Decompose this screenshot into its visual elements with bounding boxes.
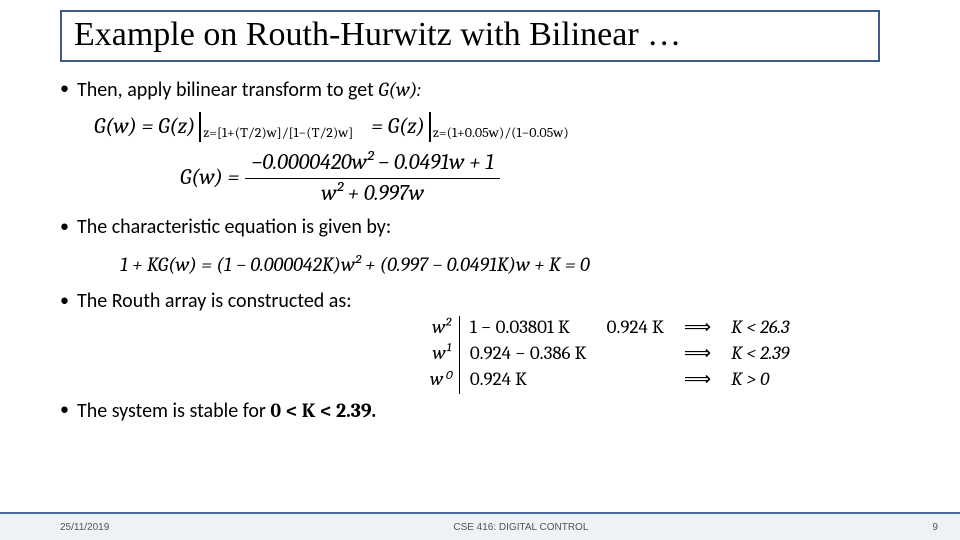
routh-r3c1: 0.924 K	[470, 368, 587, 394]
routh-divider	[459, 316, 460, 394]
equation-2: G(w) = −0.0000420w² − 0.0491w + 1 w² + 0…	[180, 148, 910, 208]
routh-col2: 0.924 K	[607, 316, 684, 394]
routh-result-col: K < 26.3 K < 2.39 K > 0	[731, 316, 809, 394]
eval-bar-2	[429, 112, 431, 142]
eval-bar-1	[199, 112, 201, 142]
bullet-4-math: 0 < K < 2.39.	[270, 399, 376, 422]
bullet-dot: •	[60, 397, 69, 422]
bullet-2-text: The characteristic equation is given by:	[77, 214, 391, 241]
eq2-lhs: G(w) =	[180, 163, 239, 193]
slide-title: Example on Routh-Hurwitz with Bilinear …	[74, 16, 681, 53]
bullet-1-text: Then, apply bilinear transform to get G(…	[77, 76, 421, 104]
bullet-1: • Then, apply bilinear transform to get …	[60, 76, 910, 104]
eq2-numerator: −0.0000420w² − 0.0491w + 1	[245, 148, 500, 178]
routh-r3c2	[607, 368, 664, 394]
routh-labels: w² w¹ w⁰	[430, 316, 459, 394]
routh-r2c1: 0.924 − 0.386 K	[470, 342, 587, 368]
bullet-2: • The characteristic equation is given b…	[60, 214, 910, 241]
equation-1: G(w) = G(z) z=[1+(T/2)w]/[1−(T/2)w] = G(…	[94, 112, 910, 142]
eq1-lhs: G(w) = G(z)	[94, 112, 195, 142]
eq1-sub1: z=[1+(T/2)w]/[1−(T/2)w]	[203, 124, 353, 143]
routh-implies-col: ⟹ ⟹ ⟹	[684, 316, 731, 394]
routh-row2-label: w¹	[430, 342, 451, 368]
footer: 25/11/2019 CSE 416: DIGITAL CONTROL 9	[0, 512, 960, 540]
equation-3: 1 + KG(w) = (1 − 0.000042K)w² + (0.997 −…	[120, 251, 910, 278]
bullet-1-prefix: Then, apply bilinear transform to get	[77, 78, 378, 102]
routh-res1: K < 26.3	[731, 316, 789, 342]
footer-course: CSE 416: DIGITAL CONTROL	[453, 522, 588, 533]
routh-col1: 1 − 0.03801 K 0.924 − 0.386 K 0.924 K	[470, 316, 607, 394]
bullet-dot: •	[60, 288, 69, 313]
routh-r1c1: 1 − 0.03801 K	[470, 316, 587, 342]
bullet-4-prefix: The system is stable for	[77, 399, 270, 423]
implies-1: ⟹	[684, 316, 711, 342]
eq2-denominator: w² + 0.997w	[315, 179, 430, 209]
bullet-dot: •	[60, 214, 69, 239]
bullet-4: • The system is stable for 0 < K < 2.39.	[60, 397, 910, 425]
routh-row3-label: w⁰	[430, 368, 451, 394]
routh-array: w² w¹ w⁰ 1 − 0.03801 K 0.924 − 0.386 K 0…	[430, 316, 809, 394]
eq1-sub2: z=(1+0.05w)/(1−0.05w)	[433, 124, 569, 143]
eq1-mid: = G(z)	[371, 112, 425, 142]
bullet-dot: •	[60, 76, 69, 101]
bullet-3-text: The Routh array is constructed as:	[77, 288, 352, 315]
implies-2: ⟹	[684, 342, 711, 368]
routh-res2: K < 2.39	[731, 342, 789, 368]
slide: Example on Routh-Hurwitz with Bilinear ……	[0, 0, 960, 540]
footer-date: 25/11/2019	[60, 522, 109, 533]
routh-r2c2	[607, 342, 664, 368]
implies-3: ⟹	[684, 368, 711, 394]
footer-page: 9	[932, 522, 938, 533]
routh-r1c2: 0.924 K	[607, 316, 664, 342]
bullet-1-math: G(w):	[378, 78, 421, 101]
routh-res3: K > 0	[731, 368, 789, 394]
bullet-3: • The Routh array is constructed as:	[60, 288, 910, 315]
eq2-fraction: −0.0000420w² − 0.0491w + 1 w² + 0.997w	[245, 148, 500, 208]
title-box: Example on Routh-Hurwitz with Bilinear …	[60, 10, 880, 62]
bullet-4-text: The system is stable for 0 < K < 2.39.	[77, 397, 376, 425]
routh-row1-label: w²	[430, 316, 451, 342]
